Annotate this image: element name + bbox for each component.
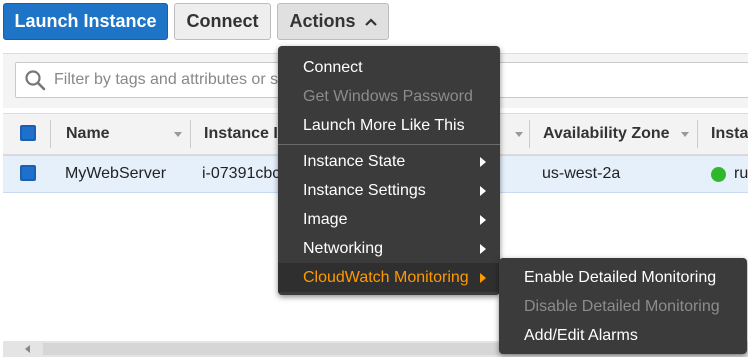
menu-item-label: Instance State (303, 152, 406, 170)
sort-instance-type[interactable] (513, 114, 525, 154)
chevron-right-icon (480, 157, 486, 167)
connect-button[interactable]: Connect (174, 3, 271, 40)
menu-item-instance-settings[interactable]: Instance Settings (278, 176, 500, 205)
column-header-label: Insta (711, 125, 748, 142)
menu-item-get-windows-password: Get Windows Password (278, 82, 500, 111)
menu-item-label: CloudWatch Monitoring (303, 268, 469, 286)
row-checkbox[interactable] (20, 165, 36, 181)
menu-item-image[interactable]: Image (278, 205, 500, 234)
cell-state-label: ru (734, 165, 748, 182)
menu-item-instance-state[interactable]: Instance State (278, 147, 500, 176)
column-divider (529, 120, 530, 148)
chevron-right-icon (480, 273, 486, 283)
cell-availability-zone: us-west-2a (542, 165, 621, 182)
menu-item-label: Get Windows Password (303, 87, 473, 105)
column-header-label: Name (66, 125, 110, 142)
actions-button[interactable]: Actions (277, 3, 389, 40)
sort-down-icon (174, 132, 182, 137)
chevron-right-icon (480, 244, 486, 254)
column-header-name[interactable]: Name (66, 114, 110, 154)
menu-item-networking[interactable]: Networking (278, 234, 500, 263)
menu-item-label: Launch More Like This (303, 116, 465, 134)
status-running-icon (711, 166, 726, 182)
column-divider (190, 120, 191, 148)
column-header-instance-id[interactable]: Instance I (204, 114, 278, 154)
menu-item-connect[interactable]: Connect (278, 53, 500, 82)
actions-menu: Connect Get Windows Password Launch More… (278, 46, 500, 295)
cell-instance-state: ru (711, 156, 748, 192)
column-header-availability-zone[interactable]: Availability Zone (543, 114, 670, 154)
menu-item-label: Image (303, 210, 348, 228)
menu-item-add-edit-alarms[interactable]: Add/Edit Alarms (499, 321, 747, 350)
menu-divider (278, 144, 500, 145)
column-header-instance-state[interactable]: Insta (711, 114, 748, 154)
caret-up-icon (364, 17, 377, 26)
menu-item-cloudwatch-monitoring[interactable]: CloudWatch Monitoring (278, 263, 500, 292)
sort-down-icon (681, 132, 689, 137)
cloudwatch-submenu: Enable Detailed Monitoring Disable Detai… (499, 258, 747, 354)
column-divider (50, 120, 51, 148)
cell-name: MyWebServer (65, 165, 167, 182)
menu-item-label: Connect (303, 58, 363, 76)
chevron-right-icon (480, 186, 486, 196)
column-header-label: Availability Zone (543, 125, 670, 142)
menu-item-label: Enable Detailed Monitoring (524, 268, 717, 286)
column-divider (697, 120, 698, 148)
sort-name[interactable] (172, 114, 184, 154)
scroll-left-icon[interactable] (25, 345, 30, 353)
menu-item-label: Networking (303, 239, 384, 257)
menu-item-launch-more-like-this[interactable]: Launch More Like This (278, 111, 500, 140)
menu-item-label: Instance Settings (303, 181, 426, 199)
menu-item-label: Disable Detailed Monitoring (524, 297, 720, 315)
cell-instance-id: i-07391cbc (202, 165, 281, 182)
column-header-label: Instance I (204, 125, 278, 142)
chevron-right-icon (480, 215, 486, 225)
launch-instance-button[interactable]: Launch Instance (3, 3, 168, 40)
menu-item-disable-detailed-monitoring: Disable Detailed Monitoring (499, 292, 747, 321)
select-all-checkbox[interactable] (20, 125, 36, 141)
search-icon (25, 70, 46, 91)
sort-down-icon (515, 132, 523, 137)
actions-button-label: Actions (289, 11, 356, 31)
search-placeholder: Filter by tags and attributes or s (54, 71, 279, 88)
menu-item-enable-detailed-monitoring[interactable]: Enable Detailed Monitoring (499, 263, 747, 292)
sort-availability-zone[interactable] (679, 114, 691, 154)
menu-item-label: Add/Edit Alarms (524, 326, 638, 344)
